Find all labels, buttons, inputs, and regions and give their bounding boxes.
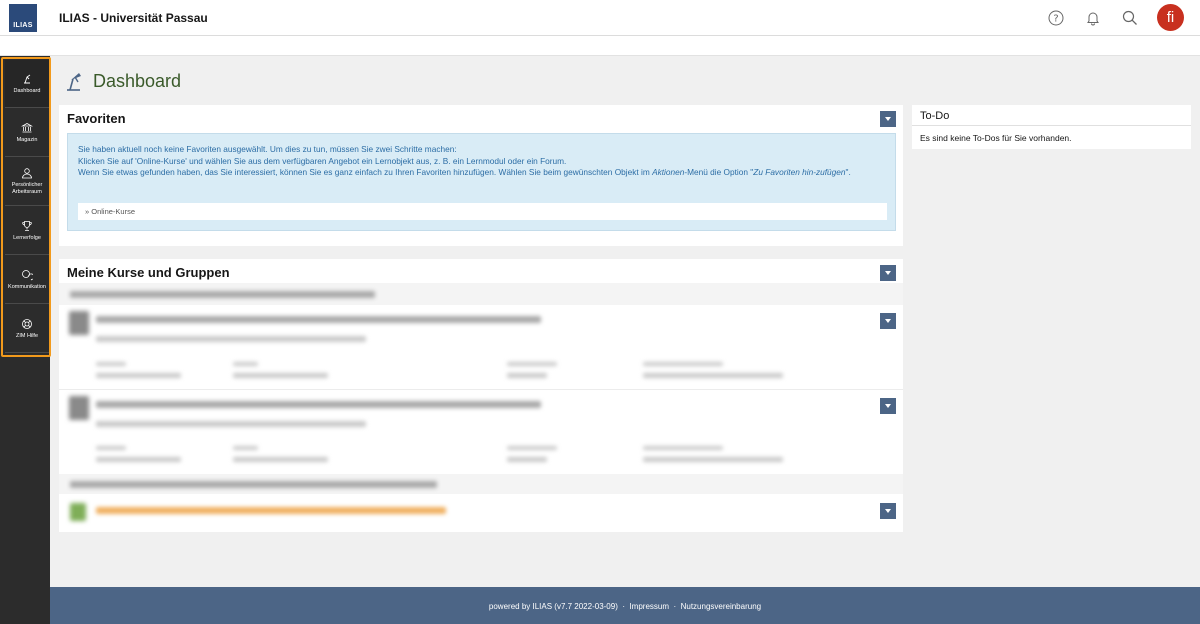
- caret-down-icon: [885, 271, 891, 275]
- ilias-logo[interactable]: ILIAS: [9, 4, 37, 32]
- favorites-title: Favoriten: [67, 111, 126, 126]
- course-actions-button[interactable]: [880, 398, 896, 414]
- courses-title: Meine Kurse und Gruppen: [67, 265, 230, 280]
- search-icon[interactable]: [1119, 7, 1141, 29]
- favorites-info-box: Sie haben aktuell noch keine Favoriten a…: [67, 133, 896, 231]
- blurred-text: [96, 457, 181, 462]
- library-icon: [21, 122, 33, 132]
- course-title-blurred[interactable]: [96, 316, 541, 323]
- dashboard-icon: [24, 74, 31, 83]
- course-title-blurred[interactable]: [96, 401, 541, 408]
- blurred-text: [233, 446, 258, 450]
- blurred-text: [643, 373, 783, 378]
- blurred-text: [507, 373, 547, 378]
- blurred-text: [233, 373, 328, 378]
- help-icon[interactable]: ?: [1045, 7, 1067, 29]
- sidebar-item-kommunikation[interactable]: Kommunikation: [5, 256, 49, 304]
- chat-icon: [22, 269, 33, 280]
- header-spacer: [0, 36, 1200, 56]
- blurred-text: [70, 481, 437, 488]
- trophy-icon: [22, 220, 32, 231]
- page-footer: powered by ILIAS (v7.7 2022-03-09) · Imp…: [50, 587, 1200, 624]
- blurred-text: [233, 362, 258, 366]
- main-sidebar: Dashboard Magazin Persönlicher Arbeitsra…: [0, 56, 51, 624]
- user-icon: [22, 168, 32, 179]
- blurred-text: [643, 446, 723, 450]
- todo-title: To-Do: [920, 110, 950, 122]
- blurred-text: [643, 362, 723, 366]
- course-actions-button[interactable]: [880, 313, 896, 329]
- svg-text:?: ?: [1053, 14, 1058, 25]
- caret-down-icon: [885, 509, 891, 513]
- blurred-text: [96, 446, 126, 450]
- blurred-text: [96, 373, 181, 378]
- nutzungsvereinbarung-link[interactable]: Nutzungsvereinbarung: [681, 602, 762, 611]
- user-avatar[interactable]: fi: [1157, 4, 1184, 31]
- blurred-text: [643, 457, 783, 462]
- sidebar-item-personal-workspace[interactable]: Persönlicher Arbeitsraum: [5, 158, 49, 206]
- favorites-actions-button[interactable]: [880, 111, 896, 127]
- course-actions-button[interactable]: [880, 503, 896, 519]
- course-thumbnail: [69, 396, 89, 420]
- todo-empty-text: Es sind keine To-Dos für Sie vorhanden.: [920, 133, 1072, 143]
- group-thumbnail: [70, 503, 86, 521]
- page-title: Dashboard: [93, 71, 182, 91]
- help-ring-icon: [22, 318, 32, 329]
- caret-down-icon: [885, 319, 891, 323]
- blurred-text: [96, 362, 126, 366]
- blurred-text: [507, 457, 547, 462]
- divider: [912, 125, 1191, 126]
- blurred-text: [507, 446, 557, 450]
- sidebar-item-lernerfolge[interactable]: Lernerfolge: [5, 207, 49, 255]
- blurred-text: [507, 362, 557, 366]
- blurred-text: [96, 421, 366, 427]
- courses-actions-button[interactable]: [880, 265, 896, 281]
- sidebar-nav-group: Dashboard Magazin Persönlicher Arbeitsra…: [1, 57, 51, 357]
- site-title[interactable]: ILIAS - Universität Passau: [59, 11, 208, 25]
- blurred-text: [233, 457, 328, 462]
- caret-down-icon: [885, 117, 891, 121]
- dashboard-title-icon: [64, 70, 84, 92]
- caret-down-icon: [885, 404, 891, 408]
- sidebar-item-dashboard[interactable]: Dashboard: [5, 60, 49, 108]
- sidebar-item-zim-hilfe[interactable]: ZIM Hilfe: [5, 305, 49, 353]
- notification-bell-icon[interactable]: [1082, 7, 1104, 29]
- blurred-text: [70, 291, 375, 298]
- powered-by-text: powered by ILIAS (v7.7 2022-03-09): [488, 602, 618, 611]
- divider: [59, 389, 903, 390]
- top-header: ILIAS ILIAS - Universität Passau ? fi: [0, 0, 1200, 36]
- sidebar-item-magazin[interactable]: Magazin: [5, 109, 49, 157]
- online-kurse-link[interactable]: » Online-Kurse: [78, 203, 887, 220]
- favorites-info-text: Sie haben aktuell noch keine Favoriten a…: [78, 144, 851, 177]
- course-thumbnail: [69, 311, 89, 335]
- course-title-blurred[interactable]: [96, 507, 446, 514]
- impressum-link[interactable]: Impressum: [629, 602, 669, 611]
- blurred-text: [96, 336, 366, 342]
